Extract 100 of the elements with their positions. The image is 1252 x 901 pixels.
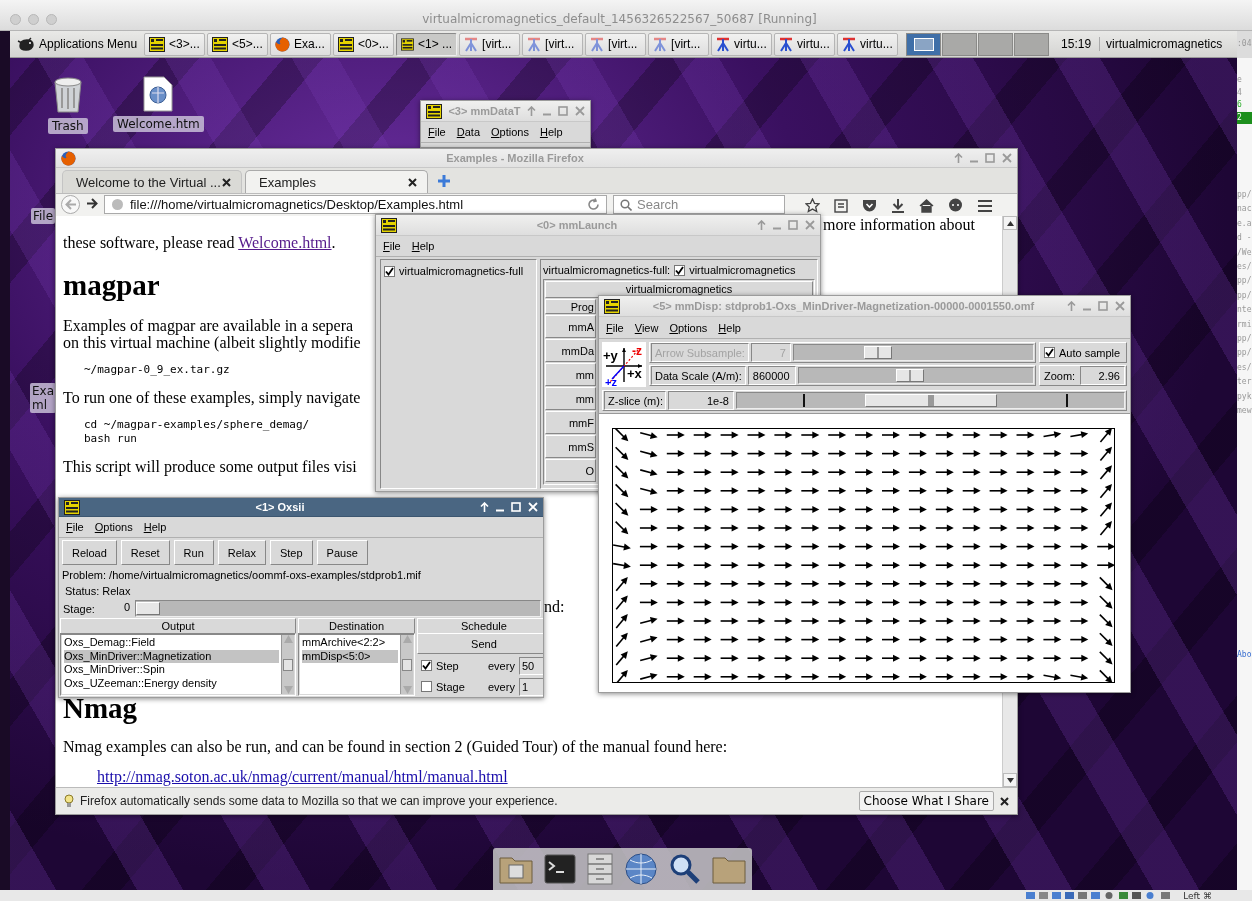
- checkbox[interactable]: [421, 660, 432, 671]
- menu-item[interactable]: Data: [456, 126, 480, 138]
- menu-item[interactable]: File: [428, 126, 446, 138]
- taskbar-button[interactable]: virtu...: [774, 32, 836, 56]
- new-tab-icon[interactable]: [437, 174, 451, 188]
- slider-thumb[interactable]: [895, 369, 924, 382]
- clipboard-icon[interactable]: [834, 198, 848, 213]
- taskbar-button[interactable]: [virt...: [459, 32, 521, 56]
- menu-item[interactable]: File: [606, 321, 624, 334]
- slider-thumb[interactable]: [864, 394, 997, 407]
- scrollbar[interactable]: [281, 635, 294, 694]
- document-icon[interactable]: [143, 76, 174, 112]
- slider[interactable]: [792, 344, 1034, 361]
- desktop-icon-label[interactable]: Trash: [48, 118, 88, 134]
- scroll-up-button[interactable]: [1003, 216, 1017, 230]
- menu-item[interactable]: Options: [491, 126, 529, 138]
- checkbox[interactable]: [1044, 347, 1055, 358]
- folder-icon[interactable]: [712, 854, 747, 884]
- url-field[interactable]: file:///home/virtualmicromagnetics/Desktop/Examples.html: [104, 195, 607, 214]
- list-item[interactable]: mmArchive<2:2>: [302, 636, 398, 650]
- taskbar-button[interactable]: Exa...: [270, 32, 332, 56]
- close-icon[interactable]: [1000, 796, 1009, 806]
- scroll-thumb[interactable]: [402, 658, 412, 671]
- slider[interactable]: [797, 367, 1034, 384]
- home-icon[interactable]: [919, 198, 934, 213]
- close-icon[interactable]: [222, 177, 231, 187]
- minimize-light-icon[interactable]: [28, 13, 39, 25]
- applications-menu-button[interactable]: Applications Menu: [12, 32, 143, 56]
- list-item[interactable]: Oxs_MinDriver::Spin: [64, 663, 279, 677]
- desktop-icon-label[interactable]: Welcome.htm: [113, 116, 204, 132]
- reload-icon[interactable]: [587, 198, 600, 211]
- list-item[interactable]: Oxs_UZeeman::Energy density: [64, 676, 279, 690]
- zoom-field[interactable]: 2.96: [1080, 366, 1125, 385]
- menu-item[interactable]: Options: [94, 521, 133, 533]
- slider[interactable]: [135, 600, 541, 617]
- input-field[interactable]: 50: [518, 656, 543, 675]
- input-field[interactable]: 1: [518, 677, 543, 696]
- close-icon[interactable]: [408, 177, 417, 187]
- program-button[interactable]: mmF: [545, 411, 596, 434]
- workspace-button[interactable]: [942, 32, 978, 56]
- taskbar-button[interactable]: virtu...: [837, 32, 899, 56]
- zoom-light-icon[interactable]: [46, 13, 57, 25]
- menu-item[interactable]: Help: [539, 126, 563, 138]
- taskbar-button[interactable]: <5>...: [207, 32, 269, 56]
- terminal-icon[interactable]: [543, 854, 576, 884]
- link[interactable]: Welcome.html: [238, 234, 332, 251]
- slider[interactable]: [736, 392, 1125, 409]
- desktop-icon-label[interactable]: File: [31, 208, 56, 224]
- taskbar-button[interactable]: [virt...: [585, 32, 647, 56]
- taskbar-button[interactable]: [virt...: [522, 32, 584, 56]
- program-button[interactable]: mmDa: [545, 339, 596, 362]
- browser-tab[interactable]: Examples: [245, 170, 428, 193]
- slider-thumb[interactable]: [136, 602, 160, 615]
- menu-item[interactable]: File: [383, 240, 401, 252]
- chat-icon[interactable]: [948, 198, 963, 213]
- link[interactable]: http://nmag.soton.ac.uk/nmag/current/manual/html/manual.html: [97, 768, 508, 785]
- menu-item[interactable]: View: [634, 321, 659, 334]
- toolbar-button[interactable]: Pause: [316, 540, 368, 565]
- menu-item[interactable]: Help: [143, 521, 167, 533]
- workspace-button[interactable]: [906, 32, 942, 56]
- list-item[interactable]: mmDisp<5:0>: [302, 649, 398, 663]
- program-button[interactable]: mm: [545, 387, 596, 410]
- search-field[interactable]: Search: [613, 195, 785, 214]
- list-item[interactable]: Oxs_Demag::Field: [64, 636, 279, 650]
- taskbar-button[interactable]: virtu...: [711, 32, 773, 56]
- program-button[interactable]: O: [545, 459, 596, 482]
- taskbar-button[interactable]: <3>...: [144, 32, 206, 56]
- output-list[interactable]: Oxs_Demag::Field Oxs_MinDriver::Magnetization Oxs_MinDriver::Spin Oxs_UZeeman::Energy density: [62, 635, 281, 694]
- search-icon[interactable]: [669, 853, 702, 885]
- taskbar-button[interactable]: <0>...: [333, 32, 395, 56]
- program-button[interactable]: mmS: [545, 435, 596, 458]
- checkbox[interactable]: [421, 681, 432, 692]
- menu-icon[interactable]: [977, 198, 993, 213]
- program-button[interactable]: mm: [545, 363, 596, 386]
- globe-icon[interactable]: [624, 852, 659, 886]
- forward-arrow-icon[interactable]: [86, 198, 98, 209]
- toolbar-button[interactable]: Reload: [62, 540, 117, 565]
- menu-item[interactable]: Help: [411, 240, 435, 252]
- toolbar-button[interactable]: Step: [269, 540, 313, 565]
- scroll-down-button[interactable]: [1003, 773, 1017, 787]
- toolbar-button[interactable]: Run: [173, 540, 214, 565]
- pocket-icon[interactable]: [862, 198, 877, 213]
- desktop-icon-label[interactable]: Exa ml: [30, 383, 56, 413]
- send-button[interactable]: Send: [417, 633, 543, 654]
- link[interactable]: Abo: [1237, 648, 1252, 661]
- workspace-button[interactable]: [1014, 32, 1050, 56]
- taskbar-button[interactable]: <1> ...: [396, 32, 458, 56]
- cabinet-icon[interactable]: [586, 853, 613, 885]
- scrollbar[interactable]: [400, 635, 413, 694]
- program-button[interactable]: mmA: [545, 315, 596, 338]
- user-name[interactable]: virtualmicromagnetics: [1099, 37, 1223, 51]
- title-bar[interactable]: <1> Oxsii: [59, 498, 543, 517]
- toolbar-button[interactable]: Reset: [120, 540, 170, 565]
- menu-item[interactable]: Help: [718, 321, 741, 334]
- back-button[interactable]: [61, 195, 80, 214]
- taskbar-button[interactable]: [virt...: [648, 32, 710, 56]
- browser-tab[interactable]: Welcome to the Virtual ...: [62, 170, 242, 193]
- folder-icon[interactable]: [498, 854, 533, 884]
- checkbox[interactable]: [384, 265, 395, 277]
- list-item[interactable]: Oxs_MinDriver::Magnetization: [64, 649, 279, 663]
